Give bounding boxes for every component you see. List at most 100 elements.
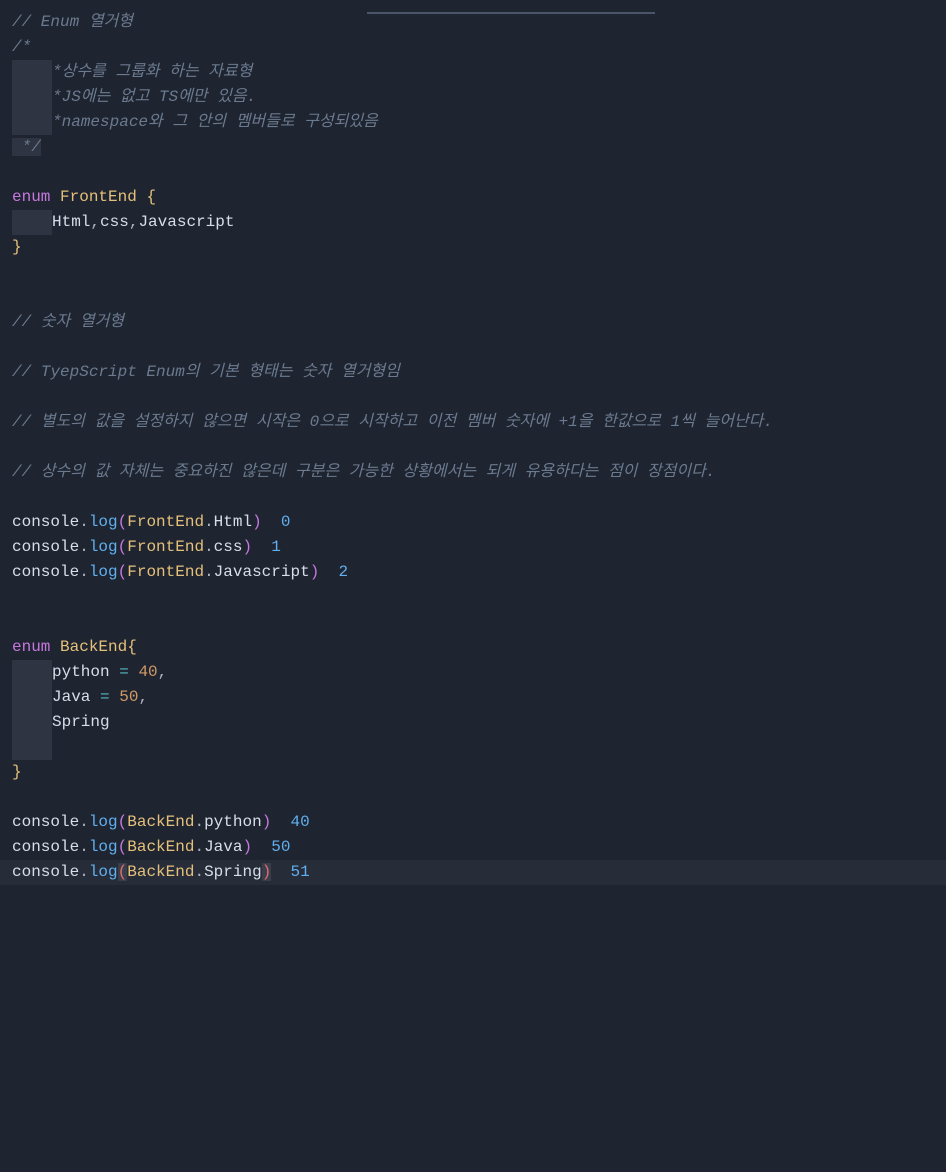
enum-ref: BackEnd xyxy=(127,838,194,856)
log-func: log xyxy=(89,863,118,881)
indent-guide xyxy=(12,60,52,85)
code-line[interactable] xyxy=(12,485,934,510)
indent-guide xyxy=(12,85,52,110)
dot: . xyxy=(79,813,89,831)
enum-member: Javascript xyxy=(138,213,234,231)
result-value: 1 xyxy=(271,538,281,556)
comment: // Enum 열거형 xyxy=(12,13,133,31)
code-line[interactable]: *JS에는 없고 TS에만 있음. xyxy=(12,85,934,110)
property: css xyxy=(214,538,243,556)
code-line[interactable]: */ xyxy=(12,135,934,160)
enum-ref: FrontEnd xyxy=(127,513,204,531)
enum-member: Spring xyxy=(52,713,110,731)
paren-open: ( xyxy=(118,538,128,556)
equals-op: = xyxy=(119,663,129,681)
code-line[interactable] xyxy=(12,335,934,360)
paren-open: ( xyxy=(118,813,128,831)
code-line[interactable] xyxy=(12,285,934,310)
console-ref: console xyxy=(12,538,79,556)
code-line[interactable] xyxy=(12,160,934,185)
code-line[interactable]: } xyxy=(12,235,934,260)
result-value: 0 xyxy=(281,513,291,531)
enum-member: Java xyxy=(52,688,90,706)
property: Java xyxy=(204,838,242,856)
enum-member: python xyxy=(52,663,110,681)
code-line[interactable] xyxy=(12,435,934,460)
code-line-active[interactable]: console.log(BackEnd.Spring) 51 xyxy=(0,860,946,885)
code-line[interactable]: python = 40, xyxy=(12,660,934,685)
log-func: log xyxy=(89,538,118,556)
log-func: log xyxy=(89,563,118,581)
console-ref: console xyxy=(12,838,79,856)
console-ref: console xyxy=(12,563,79,581)
code-line[interactable] xyxy=(12,785,934,810)
enum-member: css xyxy=(100,213,129,231)
code-line[interactable]: // 숫자 열거형 xyxy=(12,310,934,335)
code-line[interactable]: console.log(FrontEnd.Javascript) 2 xyxy=(12,560,934,585)
code-editor[interactable]: // Enum 열거형 /* *상수를 그룹화 하는 자료형 *JS에는 없고 … xyxy=(12,10,934,885)
dot: . xyxy=(79,538,89,556)
comma: , xyxy=(138,688,148,706)
dot: . xyxy=(79,513,89,531)
code-line[interactable]: console.log(FrontEnd.Html) 0 xyxy=(12,510,934,535)
code-line[interactable] xyxy=(12,610,934,635)
result-value: 2 xyxy=(339,563,349,581)
number-literal: 50 xyxy=(119,688,138,706)
paren-close: ) xyxy=(242,538,252,556)
dot: . xyxy=(194,813,204,831)
dot: . xyxy=(79,863,89,881)
dot: . xyxy=(79,563,89,581)
dot: . xyxy=(204,563,214,581)
code-line[interactable]: // 별도의 값을 설정하지 않으면 시작은 0으로 시작하고 이전 멤버 숫자… xyxy=(12,410,934,435)
code-line[interactable]: /* xyxy=(12,35,934,60)
enum-ref: BackEnd xyxy=(127,813,194,831)
indent-guide xyxy=(12,210,52,235)
comment: // TyepScript Enum의 기본 형태는 숫자 열거형임 xyxy=(12,363,400,381)
indent-guide xyxy=(12,110,52,135)
result-value: 40 xyxy=(291,813,310,831)
code-line[interactable]: *namespace와 그 안의 멤버들로 구성되있음 xyxy=(12,110,934,135)
log-func: log xyxy=(89,838,118,856)
code-line[interactable]: } xyxy=(12,760,934,785)
code-line[interactable] xyxy=(12,385,934,410)
code-line[interactable]: Java = 50, xyxy=(12,685,934,710)
code-line[interactable]: // TyepScript Enum의 기본 형태는 숫자 열거형임 xyxy=(12,360,934,385)
dot: . xyxy=(204,513,214,531)
property: Javascript xyxy=(214,563,310,581)
code-line[interactable] xyxy=(12,585,934,610)
enum-ref: FrontEnd xyxy=(127,563,204,581)
property: Html xyxy=(214,513,252,531)
paren-close: ) xyxy=(262,813,272,831)
code-line[interactable]: // 상수의 값 자체는 중요하진 않은데 구분은 가능한 상황에서는 되게 유… xyxy=(12,460,934,485)
log-func: log xyxy=(89,813,118,831)
enum-ref: FrontEnd xyxy=(127,538,204,556)
code-line[interactable] xyxy=(12,735,934,760)
brace-close: } xyxy=(12,763,22,781)
comma: , xyxy=(158,663,168,681)
code-line[interactable]: Spring xyxy=(12,710,934,735)
indent-guide xyxy=(12,660,52,685)
enum-name: BackEnd xyxy=(60,638,127,656)
comment: // 숫자 열거형 xyxy=(12,313,124,331)
code-line[interactable]: *상수를 그룹화 하는 자료형 xyxy=(12,60,934,85)
paren-open: ( xyxy=(118,838,128,856)
code-line[interactable]: console.log(BackEnd.Java) 50 xyxy=(12,835,934,860)
enum-ref: BackEnd xyxy=(127,863,194,881)
code-line[interactable]: enum FrontEnd { xyxy=(12,185,934,210)
comment: // 별도의 값을 설정하지 않으면 시작은 0으로 시작하고 이전 멤버 숫자… xyxy=(12,413,773,431)
code-line[interactable]: console.log(FrontEnd.css) 1 xyxy=(12,535,934,560)
brace-close: } xyxy=(12,238,22,256)
keyword-enum: enum xyxy=(12,638,50,656)
code-line[interactable]: console.log(BackEnd.python) 40 xyxy=(12,810,934,835)
code-line[interactable]: Html,css,Javascript xyxy=(12,210,934,235)
dot: . xyxy=(204,538,214,556)
comment: /* xyxy=(12,38,31,56)
dot: . xyxy=(194,838,204,856)
indent-guide xyxy=(12,685,52,710)
code-line[interactable]: enum BackEnd{ xyxy=(12,635,934,660)
keyword-enum: enum xyxy=(12,188,50,206)
code-line[interactable] xyxy=(12,260,934,285)
indent-guide xyxy=(12,710,52,735)
equals-op: = xyxy=(100,688,110,706)
paren-open: ( xyxy=(118,513,128,531)
